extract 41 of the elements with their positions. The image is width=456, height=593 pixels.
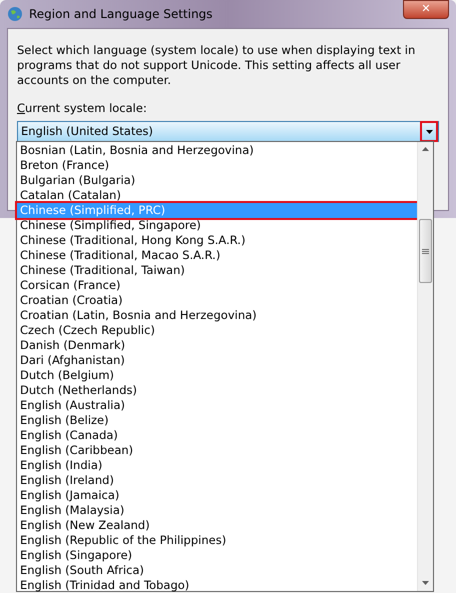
locale-option[interactable]: Czech (Czech Republic) <box>17 323 417 338</box>
locale-option[interactable]: Corsican (France) <box>17 278 417 293</box>
locale-combobox[interactable]: English (United States) <box>17 121 439 142</box>
combobox-value: English (United States) <box>20 123 154 140</box>
locale-option[interactable]: English (Jamaica) <box>17 488 417 503</box>
locale-option[interactable]: English (Caribbean) <box>17 443 417 458</box>
locale-option[interactable]: English (Belize) <box>17 413 417 428</box>
locale-option[interactable]: English (Republic of the Philippines) <box>17 533 417 548</box>
locale-option[interactable]: English (New Zealand) <box>17 518 417 533</box>
locale-option[interactable]: Bosnian (Latin, Bosnia and Herzegovina) <box>17 143 417 158</box>
locale-option[interactable]: Chinese (Traditional, Macao S.A.R.) <box>17 248 417 263</box>
locale-option[interactable]: English (South Africa) <box>17 563 417 578</box>
locale-option[interactable]: Croatian (Latin, Bosnia and Herzegovina) <box>17 308 417 323</box>
locale-option[interactable]: Danish (Denmark) <box>17 338 417 353</box>
caret-down-icon <box>426 130 432 134</box>
locale-option[interactable]: English (Trinidad and Tobago) <box>17 578 417 593</box>
grip-icon <box>422 248 429 254</box>
locale-option[interactable]: Dari (Afghanistan) <box>17 353 417 368</box>
scroll-up-icon[interactable] <box>422 147 429 151</box>
locale-option[interactable]: English (Malaysia) <box>17 503 417 518</box>
locale-option[interactable]: English (Australia) <box>17 398 417 413</box>
scroll-thumb[interactable] <box>419 219 432 283</box>
description-text: Select which language (system locale) to use when displaying text in programs that do not support Unicode. This setting affects all user accounts on the computer. <box>17 43 416 88</box>
scrollbar[interactable] <box>417 142 433 591</box>
locale-option[interactable]: English (Canada) <box>17 428 417 443</box>
locale-option[interactable]: Bulgarian (Bulgaria) <box>17 173 417 188</box>
window-title: Region and Language Settings <box>29 6 213 23</box>
scroll-down-icon[interactable] <box>422 581 429 585</box>
locale-option[interactable]: Chinese (Traditional, Taiwan) <box>17 263 417 278</box>
locale-option[interactable]: English (Singapore) <box>17 548 417 563</box>
locale-option[interactable]: Catalan (Catalan) <box>17 188 417 203</box>
locale-option[interactable]: Chinese (Traditional, Hong Kong S.A.R.) <box>17 233 417 248</box>
locale-label: Current system locale: <box>17 100 148 117</box>
locale-option[interactable]: Croatian (Croatia) <box>17 293 417 308</box>
locale-option[interactable]: Chinese (Simplified, Singapore) <box>17 218 417 233</box>
globe-icon <box>7 6 23 22</box>
locale-option[interactable]: Dutch (Belgium) <box>17 368 417 383</box>
locale-option[interactable]: Dutch (Netherlands) <box>17 383 417 398</box>
locale-option[interactable]: English (India) <box>17 458 417 473</box>
locale-option[interactable]: Breton (France) <box>17 158 417 173</box>
locale-option[interactable]: English (Ireland) <box>17 473 417 488</box>
